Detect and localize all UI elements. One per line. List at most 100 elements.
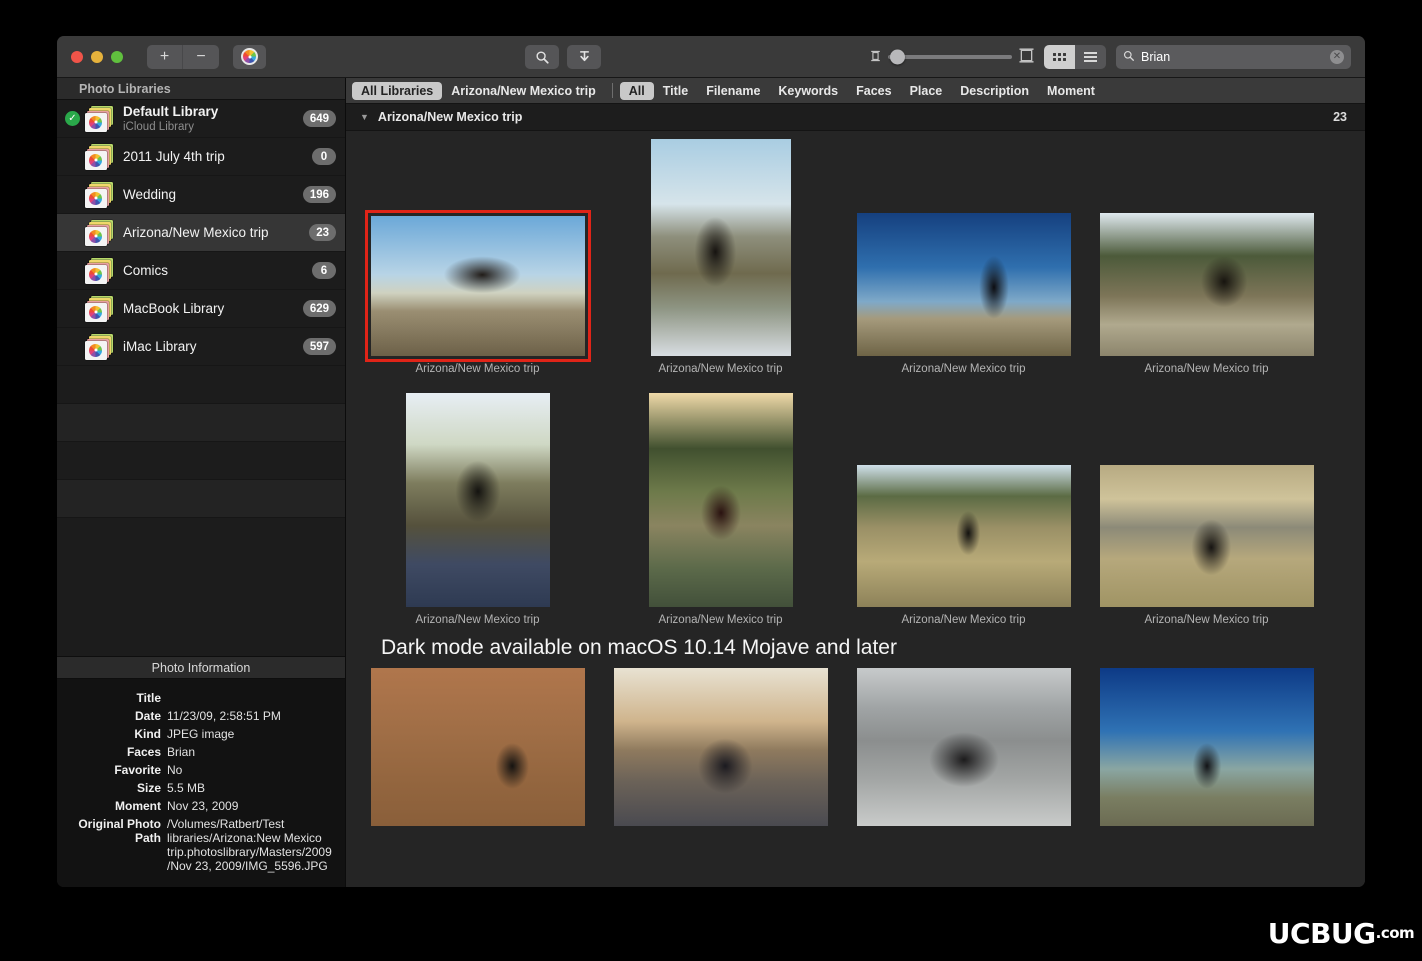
photo-cell[interactable]: Arizona/New Mexico trip	[599, 393, 842, 626]
thumbnail-container[interactable]	[370, 668, 585, 826]
photo-cell[interactable]: Arizona/New Mexico trip	[599, 139, 842, 375]
filter-scope-current-library[interactable]: Arizona/New Mexico trip	[442, 82, 604, 100]
photo-grid-row: Arizona/New Mexico trip Arizona/New Mexi…	[346, 375, 1365, 626]
library-icon	[85, 257, 115, 284]
photo-caption: Arizona/New Mexico trip	[901, 614, 1026, 626]
sidebar-item-comics[interactable]: Comics 6	[57, 252, 345, 290]
library-icon	[85, 143, 115, 170]
info-label: Original Photo Path	[78, 817, 161, 845]
photo-caption: Arizona/New Mexico trip	[658, 614, 783, 626]
zoom-button[interactable]	[111, 50, 123, 63]
sidebar-item-imac-library[interactable]: iMac Library 597	[57, 328, 345, 366]
thumbnail-container[interactable]	[856, 141, 1071, 356]
filter-criterion-keywords[interactable]: Keywords	[769, 82, 847, 100]
photo-cell[interactable]: Arizona/New Mexico trip	[356, 141, 599, 375]
disclosure-triangle-down-icon[interactable]: ▼	[360, 112, 369, 122]
thumbnail-container[interactable]	[1099, 141, 1314, 356]
thumbnail-container[interactable]	[405, 393, 550, 607]
remove-library-button[interactable]: −	[183, 44, 219, 69]
photo-cell[interactable]: Arizona/New Mexico trip	[842, 393, 1085, 626]
info-label: Date	[134, 709, 161, 723]
thumbnail-container[interactable]	[1099, 393, 1314, 607]
info-row-size: Size 5.5 MB	[57, 781, 335, 795]
thumbnail-container[interactable]	[1099, 668, 1314, 826]
photo-thumbnail[interactable]	[613, 668, 828, 826]
active-library-check-icon: ✓	[65, 111, 80, 126]
grid-view-button[interactable]	[1044, 45, 1075, 69]
filter-criterion-description[interactable]: Description	[951, 82, 1038, 100]
traffic-light-group	[71, 50, 123, 63]
grid-view-icon	[1053, 53, 1066, 61]
photo-cell[interactable]	[842, 668, 1085, 826]
photo-cell[interactable]	[599, 668, 842, 826]
info-value: No	[167, 763, 183, 777]
photo-cell[interactable]: Arizona/New Mexico trip	[1085, 393, 1328, 626]
photo-cell[interactable]	[1085, 668, 1328, 826]
photo-thumbnail[interactable]	[1099, 465, 1314, 607]
minimize-button[interactable]	[91, 50, 103, 63]
thumbnail-container[interactable]	[856, 668, 1071, 826]
magnifier-tool-button[interactable]	[525, 45, 559, 69]
info-label: Kind	[134, 727, 161, 741]
active-library-check-placeholder	[65, 263, 80, 278]
slider-knob[interactable]	[890, 49, 905, 65]
library-icon	[85, 295, 115, 322]
photo-grid-scroll-area[interactable]: ▼ Arizona/New Mexico trip 23 Arizona/New…	[346, 104, 1365, 887]
filter-criterion-place[interactable]: Place	[901, 82, 952, 100]
library-list: ✓ Default Library iCloud Library 649 201…	[57, 100, 345, 518]
photo-thumbnail[interactable]	[405, 393, 550, 607]
thumbnail-size-slider[interactable]	[870, 48, 1034, 66]
photo-thumbnail[interactable]	[370, 668, 585, 826]
slider-track[interactable]	[888, 49, 1012, 65]
photo-section-header[interactable]: ▼ Arizona/New Mexico trip 23	[346, 104, 1365, 131]
photo-thumbnail[interactable]	[650, 139, 791, 356]
photo-cell[interactable]	[356, 668, 599, 826]
filter-criterion-moment[interactable]: Moment	[1038, 82, 1104, 100]
filter-scope-all-libraries[interactable]: All Libraries	[352, 81, 443, 100]
filter-criterion-filename[interactable]: Filename	[697, 82, 769, 100]
thumbnail-container[interactable]	[613, 668, 828, 826]
photo-thumbnail-selected[interactable]	[364, 210, 591, 362]
filter-criterion-all[interactable]: All	[619, 81, 654, 100]
add-library-button[interactable]: +	[147, 44, 183, 69]
photo-thumbnail[interactable]	[648, 393, 793, 607]
info-value	[167, 691, 335, 705]
thumbnail-container[interactable]	[364, 141, 591, 362]
search-input[interactable]: Brian	[1141, 50, 1324, 64]
photo-thumbnail[interactable]	[1099, 668, 1314, 826]
sidebar-item-default-library[interactable]: ✓ Default Library iCloud Library 649	[57, 100, 345, 138]
sidebar-item-arizona-new-mexico-trip[interactable]: Arizona/New Mexico trip 23	[57, 214, 345, 252]
library-icon	[85, 105, 115, 132]
dark-mode-banner: Dark mode available on macOS 10.14 Mojav…	[381, 636, 897, 659]
search-field[interactable]: Brian ✕	[1116, 45, 1351, 69]
photo-cell[interactable]: Arizona/New Mexico trip	[842, 141, 1085, 375]
list-view-button[interactable]	[1075, 45, 1106, 69]
thumbnail-container[interactable]	[856, 393, 1071, 607]
main-content: All Libraries Arizona/New Mexico trip Al…	[346, 78, 1365, 887]
search-filter-bar: All Libraries Arizona/New Mexico trip Al…	[346, 78, 1365, 104]
photo-thumbnail[interactable]	[1099, 213, 1314, 356]
sidebar-item-wedding[interactable]: Wedding 196	[57, 176, 345, 214]
active-library-check-placeholder	[65, 225, 80, 240]
thumbnail-container[interactable]	[650, 139, 791, 356]
search-icon	[1123, 50, 1135, 65]
library-name: Arizona/New Mexico trip	[123, 224, 269, 240]
photo-thumbnail[interactable]	[856, 213, 1071, 356]
library-list-filler	[57, 518, 345, 656]
clear-search-icon[interactable]: ✕	[1330, 50, 1344, 64]
photo-cell[interactable]: Arizona/New Mexico trip	[356, 393, 599, 626]
view-mode-toggle[interactable]	[1044, 45, 1106, 69]
sidebar-item-macbook-library[interactable]: MacBook Library 629	[57, 290, 345, 328]
sidebar-item-2011-july-4th-trip[interactable]: 2011 July 4th trip 0	[57, 138, 345, 176]
photo-cell[interactable]: Arizona/New Mexico trip	[1085, 141, 1328, 375]
close-button[interactable]	[71, 50, 83, 63]
photo-thumbnail[interactable]	[856, 465, 1071, 607]
download-tool-button[interactable]	[567, 45, 601, 69]
photo-thumbnail[interactable]	[856, 668, 1071, 826]
filter-criterion-title[interactable]: Title	[654, 82, 697, 100]
thumbnail-container[interactable]	[648, 393, 793, 607]
library-list-empty-row	[57, 480, 345, 518]
info-label: Title	[136, 691, 161, 705]
open-in-photos-button[interactable]	[233, 44, 266, 69]
filter-criterion-faces[interactable]: Faces	[847, 82, 900, 100]
